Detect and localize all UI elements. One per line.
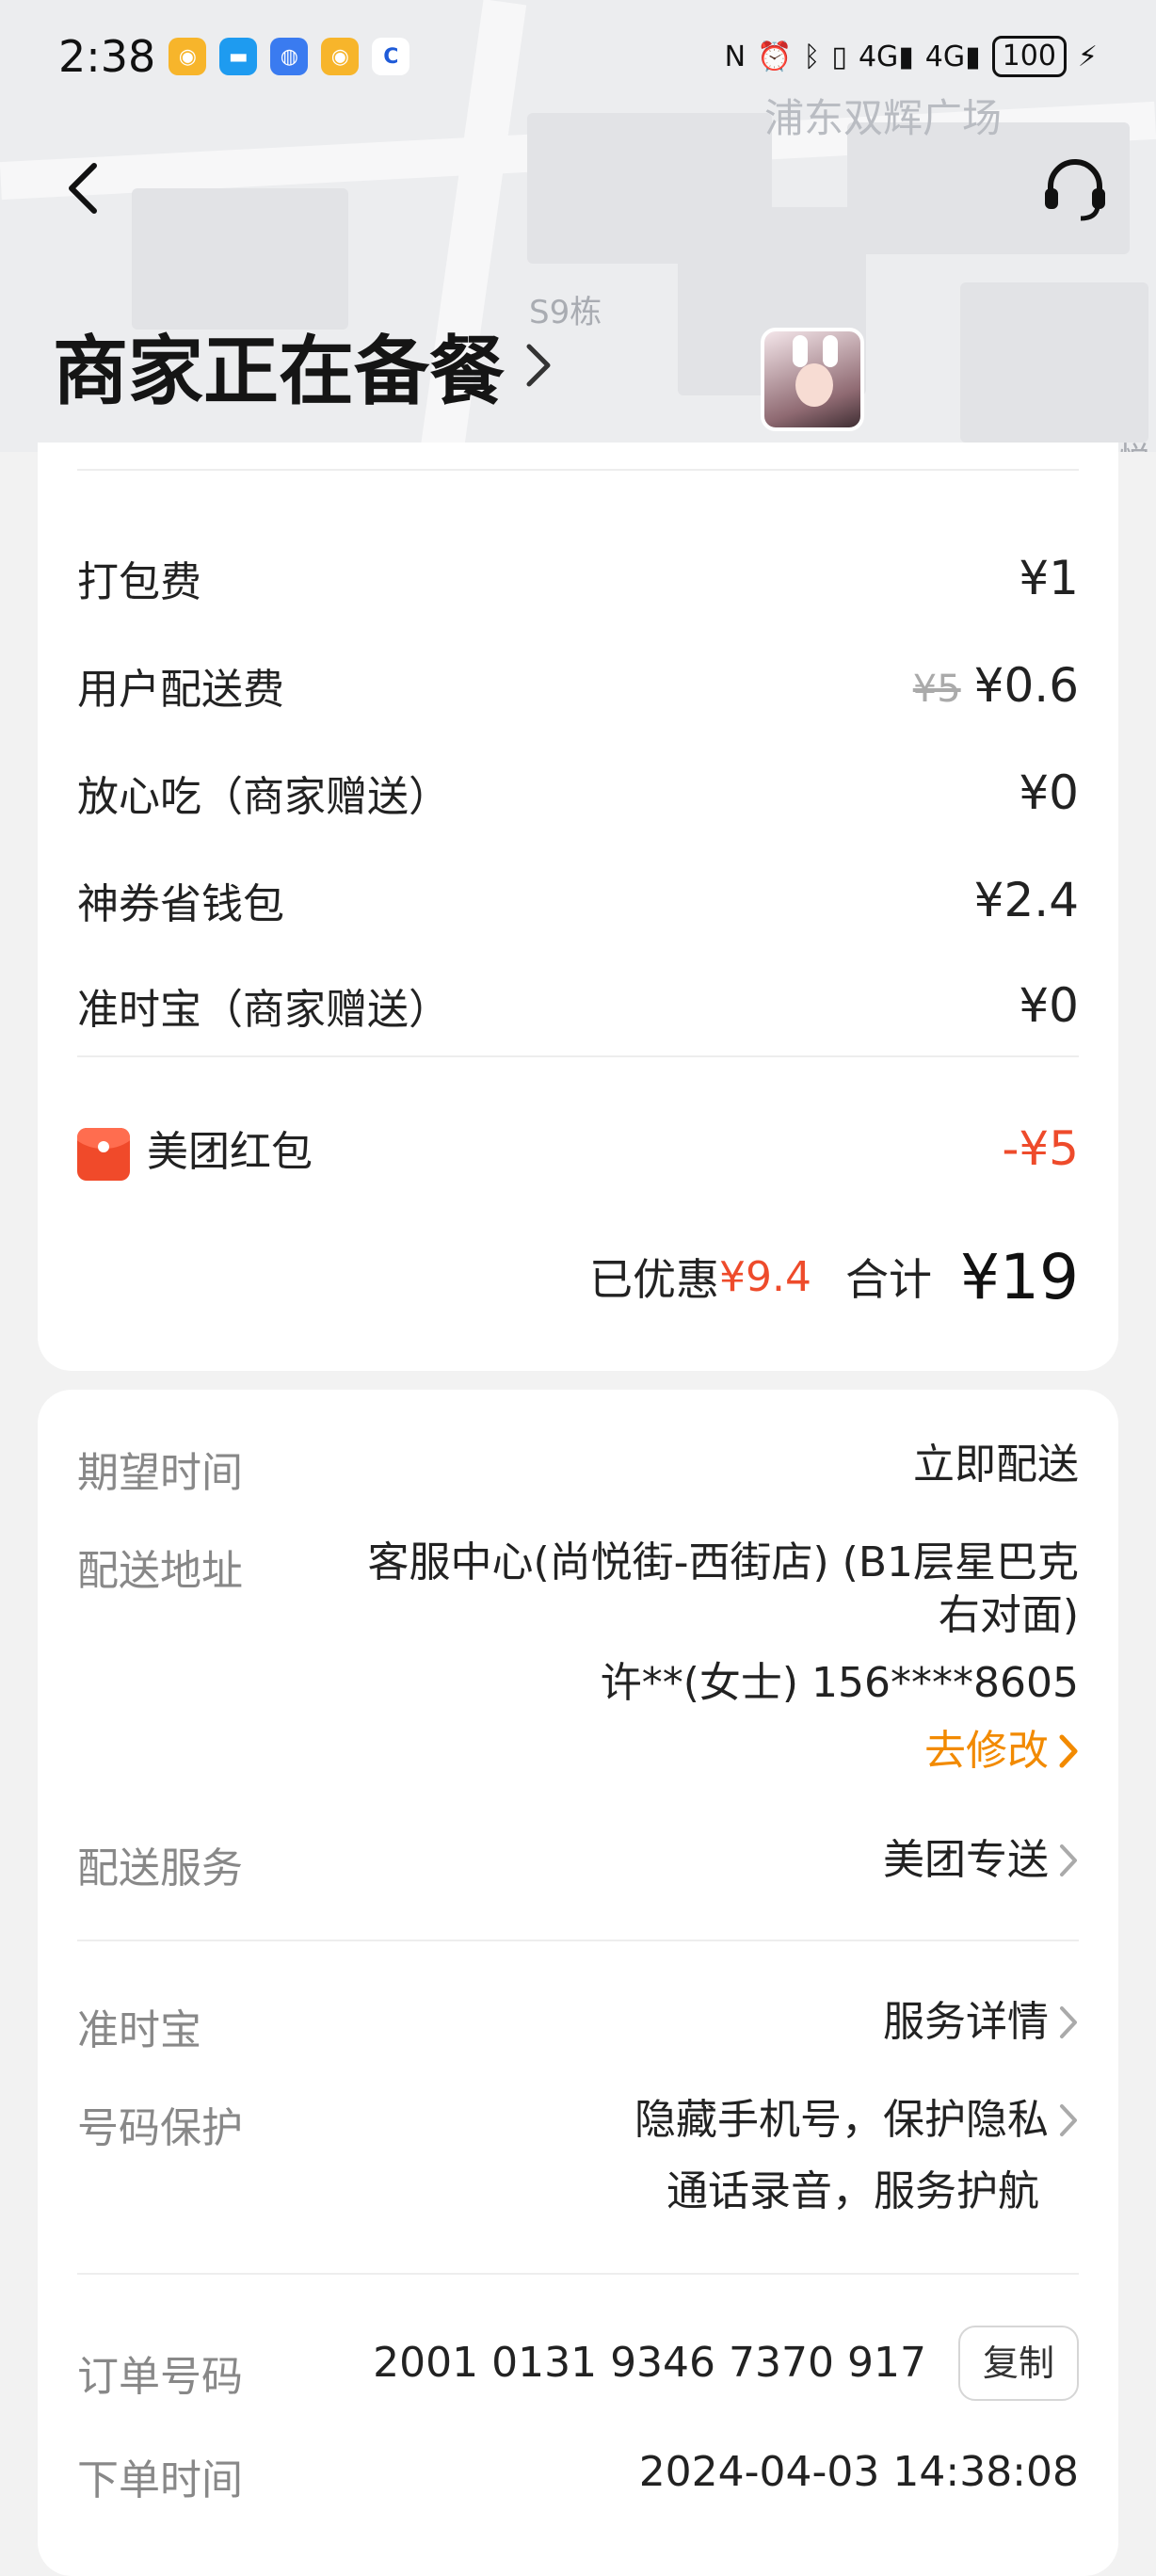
divider — [77, 2273, 1079, 2275]
order-total: 已优惠 ¥9.4 合计 ¥19 — [589, 1230, 1079, 1324]
delivery-info-card: 期望时间 立即配送 配送地址 客服中心(尚悦街-西街店) (B1层星巴克 右对面… — [38, 1390, 1118, 2576]
bank-icon: C — [372, 38, 410, 75]
delivery-service-row[interactable]: 配送服务 美团专送 — [77, 1834, 1079, 1892]
fee-row-packaging: 打包费 ¥1 — [77, 540, 1079, 616]
fee-label: 放心吃（商家赠送） — [77, 773, 450, 821]
fee-row-ontime: 准时宝（商家赠送） ¥0 — [77, 968, 1079, 1043]
order-status[interactable]: 商家正在备餐 — [53, 311, 552, 420]
browser-icon: ◍ — [270, 38, 309, 75]
alarm-icon: ⏰ — [757, 40, 793, 73]
red-packet-value: -¥5 — [1002, 1121, 1079, 1176]
ontime-label: 准时宝 — [77, 2006, 201, 2054]
order-number-label: 订单号码 — [77, 2353, 243, 2401]
customer-service-button[interactable] — [1037, 151, 1113, 226]
modify-label: 去修改 — [924, 1727, 1049, 1775]
red-packet-label: 美团红包 — [147, 1127, 313, 1176]
chevron-right-icon — [1060, 2104, 1077, 2136]
fee-value: ¥0 — [1019, 765, 1079, 820]
signal-icon-1: 4G▮ — [858, 40, 914, 73]
address-label: 配送地址 — [77, 1547, 243, 1595]
signal-icon-2: 4G▮ — [924, 40, 981, 73]
red-packet-icon — [77, 1127, 130, 1181]
discount-label: 已优惠 — [589, 1254, 720, 1305]
notification-icons: ◉ ▬ ◍ ◉ C — [169, 38, 410, 75]
order-status-title: 商家正在备餐 — [53, 328, 505, 415]
fee-label: 打包费 — [77, 558, 201, 606]
total-label: 合计 — [845, 1254, 933, 1305]
back-button[interactable] — [45, 151, 120, 226]
fee-original-price: ¥5 — [912, 668, 961, 711]
nfc-icon: N — [724, 40, 747, 73]
courier-avatar[interactable] — [761, 328, 864, 431]
fee-row-coupon-pack: 神券省钱包 ¥2.4 — [77, 862, 1079, 938]
divider — [77, 1055, 1079, 1057]
expected-time-value: 立即配送 — [913, 1441, 1079, 1489]
nav-bar — [0, 151, 1156, 235]
fee-value: ¥0.6 — [973, 658, 1079, 713]
status-time: 2:38 — [58, 31, 156, 82]
status-bar: 2:38 ◉ ▬ ◍ ◉ C N ⏰ ᛒ ▯ 4G▮ 4G▮ 100 ⚡ — [0, 0, 1156, 113]
fee-value: ¥1 — [1019, 551, 1079, 605]
vibrate-icon: ▯ — [831, 40, 847, 73]
fee-row-red-packet: 美团红包 -¥5 — [77, 1111, 1079, 1186]
copy-button[interactable]: 复制 — [957, 2326, 1079, 2401]
fee-value: ¥0 — [1019, 978, 1079, 1033]
total-value: ¥19 — [960, 1240, 1079, 1313]
expected-time-label: 期望时间 — [77, 1449, 243, 1497]
privacy-line: 隐藏手机号，保护隐私 — [634, 2096, 1049, 2144]
divider — [77, 1940, 1079, 1941]
address-line: 右对面) — [938, 1591, 1079, 1639]
weibo-icon: ◉ — [169, 38, 207, 75]
headset-icon — [1045, 159, 1105, 221]
fee-value: ¥2.4 — [973, 873, 1079, 927]
fee-row-delivery: 用户配送费 ¥5 ¥0.6 — [77, 648, 1079, 723]
order-time-label: 下单时间 — [77, 2456, 243, 2504]
divider — [77, 469, 1079, 471]
delivery-service-label: 配送服务 — [77, 1844, 243, 1892]
chevron-right-icon — [1060, 1844, 1077, 1876]
address-row: 配送地址 客服中心(尚悦街-西街店) (B1层星巴克 右对面) 许**(女士) … — [77, 1537, 1079, 1819]
delivery-service-value: 美团专送 — [883, 1836, 1049, 1884]
chevron-right-icon — [526, 344, 551, 387]
system-status: N ⏰ ᛒ ▯ 4G▮ 4G▮ 100 ⚡ — [725, 36, 1098, 77]
chevron-right-icon — [1059, 1734, 1078, 1768]
fee-label: 神券省钱包 — [77, 880, 284, 928]
number-protection-row[interactable]: 号码保护 隐藏手机号，保护隐私 通话录音，服务护航 — [77, 2094, 1079, 2226]
bluetooth-icon: ᛒ — [803, 40, 821, 73]
order-time-row: 下单时间 2024-04-03 14:38:08 — [77, 2446, 1079, 2504]
order-time-value: 2024-04-03 14:38:08 — [638, 2448, 1079, 2496]
privacy-line: 通话录音，服务护航 — [666, 2167, 1039, 2215]
ontime-row[interactable]: 准时宝 服务详情 — [77, 1996, 1079, 2054]
fee-label: 用户配送费 — [77, 666, 284, 714]
map-label-edge: 悦 — [1118, 433, 1150, 452]
chevron-right-icon — [1060, 2006, 1077, 2038]
contact-info: 许**(女士) 156****8605 — [600, 1659, 1079, 1707]
expected-time-row: 期望时间 立即配送 — [77, 1439, 1079, 1497]
fee-row-safe-eat: 放心吃（商家赠送） ¥0 — [77, 755, 1079, 830]
address-line: 客服中心(尚悦街-西街店) (B1层星巴克 — [367, 1538, 1079, 1586]
fee-label: 准时宝（商家赠送） — [77, 986, 450, 1034]
fee-card: 打包费 ¥1 用户配送费 ¥5 ¥0.6 放心吃（商家赠送） ¥0 神券省钱包 ¥… — [38, 443, 1118, 1371]
order-number-value: 2001 0131 9346 7370 917 — [373, 2339, 926, 2387]
back-arrow-icon — [69, 163, 97, 214]
number-protection-label: 号码保护 — [77, 2104, 243, 2152]
battery-icon: 100 — [991, 36, 1067, 77]
ontime-value: 服务详情 — [883, 1998, 1049, 2046]
order-number-row: 订单号码 2001 0131 9346 7370 917 复制 — [77, 2326, 1079, 2410]
charging-icon: ⚡ — [1077, 40, 1098, 73]
weibo-icon: ◉ — [321, 38, 360, 75]
discount-value: ¥9.4 — [719, 1252, 812, 1301]
message-icon: ▬ — [219, 38, 258, 75]
modify-address-link[interactable]: 去修改 — [307, 1725, 1079, 1778]
